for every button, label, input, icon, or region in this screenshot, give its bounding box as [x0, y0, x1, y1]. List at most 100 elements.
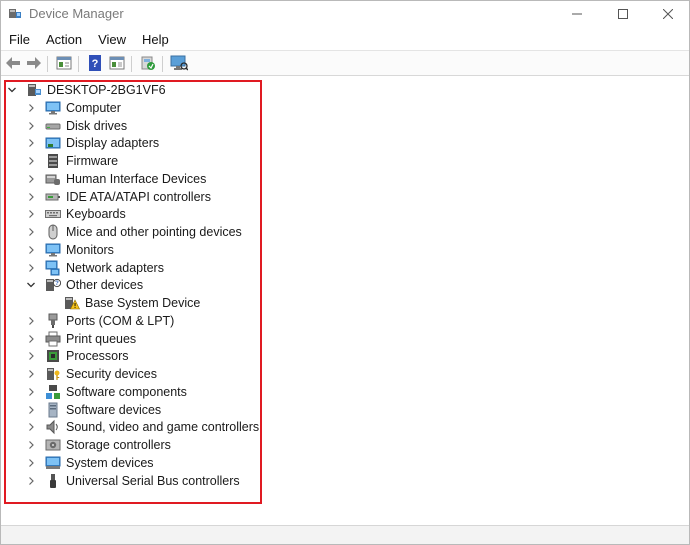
mouse-icon — [45, 224, 61, 240]
svg-text:?: ? — [92, 58, 99, 70]
tree-row-ports-com-lpt[interactable]: Ports (COM & LPT) — [26, 312, 174, 330]
tree-row-computer[interactable]: Computer — [26, 99, 121, 117]
chevron-right-icon[interactable] — [26, 263, 36, 273]
chevron-down-icon[interactable] — [26, 280, 36, 290]
tree-row-display-adapters[interactable]: Display adapters — [26, 134, 159, 152]
ide-controller-icon — [45, 189, 61, 205]
back-button[interactable] — [4, 55, 22, 73]
tree-node-label: Print queues — [66, 331, 137, 346]
properties-button[interactable] — [55, 55, 73, 73]
chevron-right-icon[interactable] — [26, 351, 36, 361]
usb-icon — [45, 473, 61, 489]
warning-device-icon — [64, 295, 80, 311]
computer-tower-icon — [26, 82, 42, 98]
tree-node-label: Universal Serial Bus controllers — [66, 473, 240, 488]
status-bar — [1, 525, 689, 544]
close-icon — [663, 9, 673, 19]
tree-row-keyboards[interactable]: Keyboards — [26, 205, 126, 223]
chevron-right-icon[interactable] — [26, 458, 36, 468]
chevron-right-icon[interactable] — [26, 245, 36, 255]
chevron-right-icon[interactable] — [26, 138, 36, 148]
tree-row-storage-controllers[interactable]: Storage controllers — [26, 436, 171, 454]
tree-node-label: Firmware — [66, 154, 119, 168]
tree-node-label: Base System Device — [85, 296, 201, 310]
menu-action[interactable]: Action — [38, 32, 90, 47]
close-button[interactable] — [645, 1, 690, 27]
chevron-right-icon[interactable] — [26, 121, 36, 131]
forward-button[interactable] — [25, 55, 43, 73]
system-device-icon — [45, 455, 61, 471]
tree-row-software-components[interactable]: Software components — [26, 383, 187, 401]
chevron-right-icon[interactable] — [26, 422, 36, 432]
monitor-icon — [45, 242, 61, 258]
menu-bar: File Action View Help — [1, 28, 689, 50]
tree-row-security-devices[interactable]: Security devices — [26, 365, 157, 383]
tree-node-label: IDE ATA/ATAPI controllers — [66, 189, 211, 204]
display-adapter-icon — [45, 135, 61, 151]
title-bar[interactable]: Device Manager — [1, 1, 689, 27]
chevron-right-icon[interactable] — [26, 369, 36, 379]
menu-view[interactable]: View — [90, 32, 134, 47]
update-driver-button[interactable] — [139, 55, 157, 73]
tree-row-firmware[interactable]: Firmware — [26, 152, 118, 170]
tree-row-processors[interactable]: Processors — [26, 347, 129, 365]
tree-node-label: Network adapters — [66, 260, 164, 275]
chevron-right-icon[interactable] — [26, 316, 36, 326]
toolbar-separator — [162, 56, 163, 72]
tree-row-universal-serial-bus-controllers[interactable]: Universal Serial Bus controllers — [26, 472, 240, 490]
tree-row-network-adapters[interactable]: Network adapters — [26, 259, 164, 277]
tree-node-label: Security devices — [66, 367, 158, 381]
tree-node-label: Display adapters — [66, 136, 160, 151]
chevron-down-icon[interactable] — [7, 85, 17, 95]
disk-drive-icon — [45, 118, 61, 134]
scan-hardware-icon — [170, 55, 189, 74]
show-hide-button[interactable] — [108, 55, 126, 73]
tree-row-mice-and-other-pointing-devices[interactable]: Mice and other pointing devices — [26, 223, 242, 241]
tree-node-label: Disk drives — [66, 118, 128, 133]
chevron-right-icon[interactable] — [26, 156, 36, 166]
minimize-icon — [572, 9, 582, 19]
software-device-icon — [45, 402, 61, 418]
tree-row-software-devices[interactable]: Software devices — [26, 401, 161, 419]
speaker-icon — [45, 419, 61, 435]
minimize-button[interactable] — [554, 1, 600, 27]
tree-node-label: System devices — [66, 455, 154, 470]
port-icon — [45, 313, 61, 329]
tree-node-label: Human Interface Devices — [66, 171, 207, 186]
chevron-right-icon[interactable] — [26, 103, 36, 113]
chevron-right-icon[interactable] — [26, 387, 36, 397]
software-component-icon — [45, 384, 61, 400]
tree-row-system-devices[interactable]: System devices — [26, 454, 154, 472]
scan-hardware-button[interactable] — [170, 55, 189, 74]
help-button[interactable]: ? — [86, 54, 104, 73]
device-tree[interactable]: DESKTOP-2BG1VF6 Computer Disk drives Displa… — [1, 77, 689, 523]
chevron-right-icon[interactable] — [26, 440, 36, 450]
tree-row-sound-video-and-game-controllers[interactable]: Sound, video and game controllers — [26, 418, 259, 436]
tree-row-root[interactable]: DESKTOP-2BG1VF6 — [7, 81, 166, 99]
forward-arrow-icon — [26, 56, 42, 73]
chevron-right-icon[interactable] — [26, 192, 36, 202]
tree-row-human-interface-devices[interactable]: Human Interface Devices — [26, 170, 206, 188]
tree-row-monitors[interactable]: Monitors — [26, 241, 114, 259]
chevron-right-icon[interactable] — [26, 227, 36, 237]
firmware-icon — [45, 153, 61, 169]
chevron-right-icon[interactable] — [26, 209, 36, 219]
maximize-button[interactable] — [600, 1, 646, 27]
update-driver-icon — [140, 55, 156, 74]
chevron-right-icon[interactable] — [26, 405, 36, 415]
tree-row-other-devices[interactable]: ? Other devices — [26, 276, 143, 294]
keyboard-icon — [45, 206, 61, 222]
tree-row-print-queues[interactable]: Print queues — [26, 330, 136, 348]
chevron-right-icon[interactable] — [26, 476, 36, 486]
network-adapter-icon — [45, 260, 61, 276]
tree-node-label: Processors — [66, 349, 129, 364]
chevron-right-icon[interactable] — [26, 334, 36, 344]
show-hide-icon — [109, 56, 125, 73]
menu-help[interactable]: Help — [134, 32, 177, 47]
tree-row-base-system-device[interactable]: Base System Device — [45, 294, 200, 312]
tree-row-disk-drives[interactable]: Disk drives — [26, 117, 127, 135]
tree-row-ide-ata-atapi-controllers[interactable]: IDE ATA/ATAPI controllers — [26, 188, 211, 206]
menu-file[interactable]: File — [1, 32, 38, 47]
chevron-right-icon[interactable] — [26, 174, 36, 184]
